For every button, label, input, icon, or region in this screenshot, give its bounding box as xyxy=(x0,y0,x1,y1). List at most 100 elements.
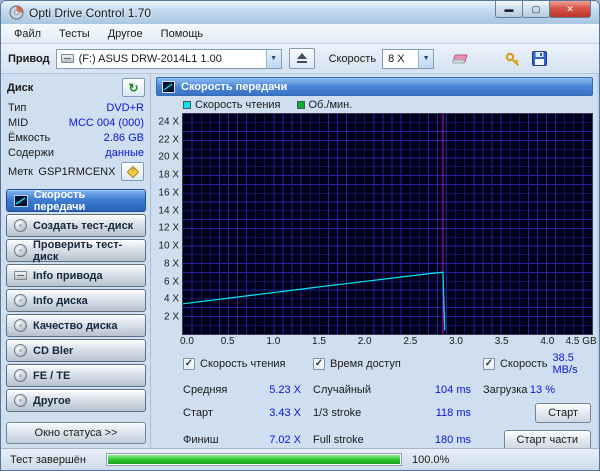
sidebar-item-cd-bler[interactable]: CD Bler xyxy=(6,339,146,362)
progress-percent: 100.0% xyxy=(412,453,450,466)
save-icon xyxy=(531,51,547,66)
minimize-icon: ▬ xyxy=(504,4,514,14)
legend-swatch xyxy=(183,101,191,109)
progress-fill xyxy=(108,455,400,464)
keys-icon xyxy=(505,52,519,66)
y-tick-label: 6 X xyxy=(163,276,179,288)
app-icon xyxy=(9,5,24,20)
menu-file[interactable]: Файл xyxy=(5,26,50,42)
progress-bar xyxy=(106,453,402,466)
stat-third-stroke: 1/3 stroke 118 ms xyxy=(313,403,471,423)
menu-help[interactable]: Помощь xyxy=(152,26,213,42)
app-window: Opti Drive Control 1.70 ▬ ▢ ✕ Файл Тесты… xyxy=(0,0,600,471)
checkbox-label: Скорость чтения xyxy=(200,358,286,370)
disk-mid-label: MID xyxy=(8,116,29,129)
y-tick-label: 20 X xyxy=(158,151,179,163)
access-time-toggle[interactable]: ✓ Время доступ xyxy=(313,358,471,370)
y-axis-labels: 24 X 22 X 20 X 18 X 16 X 14 X 12 X 10 X 8 X 6 X 4 … xyxy=(156,113,182,335)
legend-swatch xyxy=(296,101,305,109)
disc-icon xyxy=(14,244,27,257)
close-button[interactable]: ✕ xyxy=(549,1,591,18)
drive-select-value: (F:) ASUS DRW-2014L1 1.00 xyxy=(78,52,222,65)
stat-full-stroke: Full stroke 180 ms xyxy=(313,430,471,450)
disk-info: Тип DVD+R MID MCC 004 (000) Ёмкость 2.86… xyxy=(6,100,146,160)
disc-icon xyxy=(14,369,27,382)
sidebar-item-disc-quality[interactable]: Качество диска xyxy=(6,314,146,337)
toolbar: Привод (F:) ASUS DRW-2014L1 1.00 ▼ Скоро… xyxy=(1,44,599,74)
disk-label-row: Метк GSP1RMCENX xyxy=(6,161,146,182)
stat-label: 1/3 stroke xyxy=(313,407,362,419)
stat-load: Загрузка 13 % xyxy=(483,384,593,396)
chart-legend: Скорость чтения Об./мин. xyxy=(156,97,593,113)
disc-icon xyxy=(14,319,27,332)
label-button[interactable] xyxy=(120,162,144,181)
disk-header: Диск xyxy=(7,81,34,94)
menu-tests[interactable]: Тесты xyxy=(50,26,99,42)
disk-capacity-value: 2.86 GB xyxy=(103,131,144,144)
license-button[interactable] xyxy=(500,48,526,70)
y-tick-label: 12 X xyxy=(158,222,179,234)
transfer-rate-icon xyxy=(14,194,28,207)
erase-disc-button[interactable] xyxy=(448,48,474,70)
refresh-icon: ↻ xyxy=(128,80,139,95)
start-parts-button[interactable]: Старт части xyxy=(503,430,591,450)
stat-label: Средняя xyxy=(183,384,228,396)
speed-toggle[interactable]: ✓ Скорость 38.5 MB/s xyxy=(483,352,593,376)
refresh-disk-button[interactable]: ↻ xyxy=(122,78,145,97)
stat-label: Full stroke xyxy=(313,434,364,446)
x-tick-label: 1.0 xyxy=(266,336,281,347)
drive-select[interactable]: (F:) ASUS DRW-2014L1 1.00 ▼ xyxy=(55,48,282,69)
legend-label: Скорость чтения xyxy=(195,99,281,111)
disk-content-label: Содержи xyxy=(8,146,54,159)
checkbox-icon[interactable]: ✓ xyxy=(483,358,495,370)
disk-info-row: Ёмкость 2.86 GB xyxy=(6,130,146,145)
x-tick-label: 0.5 xyxy=(220,336,235,347)
stat-label: Случайный xyxy=(313,384,371,396)
sidebar-nav: Скорость передачи Создать тест-диск Пров… xyxy=(6,189,146,412)
drive-label: Привод xyxy=(8,52,50,65)
sidebar-item-label: Info привода xyxy=(33,269,103,282)
legend-label: Об./мин. xyxy=(308,99,353,111)
content-area: Диск ↻ Тип DVD+R MID MCC 004 (000) Ёмкос… xyxy=(1,74,599,450)
sidebar-item-transfer-rate[interactable]: Скорость передачи xyxy=(6,189,146,213)
sidebar-item-create-test-disc[interactable]: Создать тест-диск xyxy=(6,214,146,237)
chevron-down-icon[interactable]: ▼ xyxy=(418,49,434,68)
sidebar-item-drive-info[interactable]: Info привода xyxy=(6,264,146,287)
disk-type-value: DVD+R xyxy=(106,101,144,114)
checkbox-icon[interactable]: ✓ xyxy=(313,358,325,370)
stat-label: Загрузка xyxy=(483,384,528,396)
x-tick-label: 2.5 xyxy=(403,336,418,347)
checkbox-icon[interactable]: ✓ xyxy=(183,358,195,370)
disk-capacity-label: Ёмкость xyxy=(8,131,51,144)
stat-label: Старт xyxy=(183,407,213,419)
save-button[interactable] xyxy=(526,48,552,70)
speed-select[interactable]: 8 X ▼ xyxy=(382,48,435,69)
stat-label: Финиш xyxy=(183,434,219,446)
start-button[interactable]: Старт xyxy=(535,403,591,423)
stats-grid: Средняя 5.23 X Случайный 104 ms Загрузка… xyxy=(156,384,593,450)
chevron-down-icon[interactable]: ▼ xyxy=(265,49,281,68)
status-window-button[interactable]: Окно статуса >> xyxy=(6,422,146,444)
sidebar-item-fe-te[interactable]: FE / TE xyxy=(6,364,146,387)
drive-icon xyxy=(60,54,74,63)
sidebar-item-disc-info[interactable]: Info диска xyxy=(6,289,146,312)
transfer-rate-chart[interactable] xyxy=(182,113,593,335)
sidebar: Диск ↻ Тип DVD+R MID MCC 004 (000) Ёмкос… xyxy=(1,74,151,448)
menu-other[interactable]: Другое xyxy=(99,26,152,42)
disc-icon xyxy=(14,394,27,407)
x-tick-label: 1.5 xyxy=(312,336,326,347)
stat-value: 104 ms xyxy=(434,384,471,396)
stat-value: 7.02 X xyxy=(269,434,301,446)
stat-value: 180 ms xyxy=(434,434,471,446)
sidebar-item-misc[interactable]: Другое xyxy=(6,389,146,412)
start-parts-button-label: Старт части xyxy=(516,434,578,446)
disc-icon xyxy=(14,294,27,307)
maximize-button[interactable]: ▢ xyxy=(522,1,550,18)
checkbox-label: Время доступ xyxy=(330,358,401,370)
eject-button[interactable] xyxy=(288,48,315,69)
stat-value: 5.23 X xyxy=(269,384,301,396)
minimize-button[interactable]: ▬ xyxy=(495,1,523,18)
read-speed-toggle[interactable]: ✓ Скорость чтения xyxy=(183,358,301,370)
sidebar-item-verify-test-disc[interactable]: Проверить тест-диск xyxy=(6,239,146,263)
y-tick-label: 4 X xyxy=(163,293,179,305)
